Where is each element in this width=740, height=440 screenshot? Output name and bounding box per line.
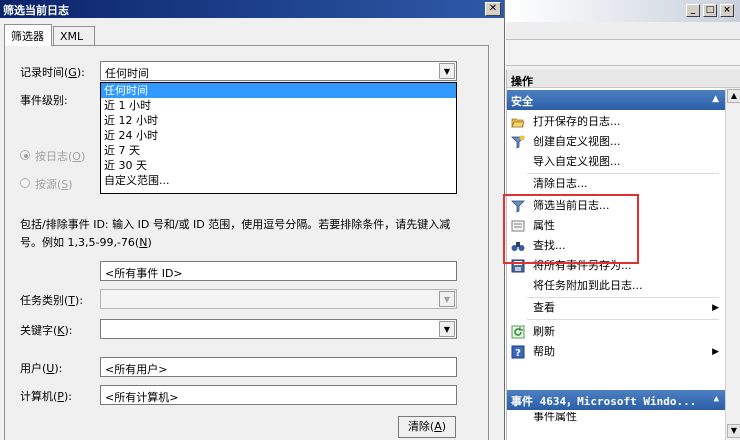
user-input[interactable]: <所有用户> (100, 357, 457, 377)
action-label: 刷新 (533, 325, 555, 338)
action-label: 创建自定义视图... (533, 135, 621, 148)
filter-create-icon (511, 135, 525, 149)
folder-open-icon (511, 118, 525, 128)
section-event-details[interactable]: 事件 4634，Microsoft Windo... ▲ (507, 390, 725, 410)
task-category-select[interactable]: ▼ (100, 289, 457, 309)
action-label: 打开保存的日志... (533, 115, 621, 128)
action-label: 帮助 (533, 345, 555, 358)
maximize-button[interactable]: □ (703, 4, 717, 17)
submenu-arrow-icon: ▶ (712, 303, 719, 313)
separator (527, 319, 719, 320)
event-level-label: 事件级别: (20, 94, 68, 107)
action-create-custom-view[interactable]: 创建自定义视图... (507, 132, 725, 152)
minimize-button[interactable]: _ (686, 4, 700, 17)
logged-select[interactable]: 任何时间 ▼ (100, 61, 457, 81)
keywords-select[interactable]: ▼ (100, 319, 457, 339)
submenu-arrow-icon: ▶ (712, 347, 719, 357)
dialog-titlebar[interactable]: 筛选当前日志 ✕ (0, 0, 504, 18)
action-attach-task[interactable]: 将任务附加到此日志... (507, 276, 725, 296)
time-option[interactable]: 近 1 小时 (101, 98, 456, 113)
by-source-label: 按源(S) (35, 178, 73, 191)
section-event-label: 事件 4634，Microsoft Windo... (511, 395, 697, 408)
action-label: 事件属性 (533, 412, 577, 423)
section-security[interactable]: 安全 ▲ (507, 90, 725, 110)
tab-filter[interactable]: 筛选器 (4, 24, 52, 46)
annotation-highlight-box (503, 194, 639, 264)
by-log-radio[interactable] (20, 150, 30, 160)
chevron-down-icon[interactable]: ▼ (439, 321, 455, 337)
clear-button[interactable]: 清除(A) (398, 416, 456, 438)
action-label: 清除日志... (533, 177, 588, 190)
action-clear-log[interactable]: 清除日志... (507, 174, 725, 194)
task-category-label: 任务类别(T): (20, 294, 84, 307)
svg-text:?: ? (515, 348, 521, 359)
by-log-label: 按日志(O) (35, 150, 86, 163)
dialog-title: 筛选当前日志 (3, 4, 69, 17)
toolbar (506, 40, 740, 66)
time-option[interactable]: 近 12 小时 (101, 113, 456, 128)
event-id-instructions-2: 号。例如 1,3,5-99,-76(N) (20, 236, 152, 249)
action-event-properties[interactable]: 事件属性 (507, 412, 725, 426)
action-label: 将任务附加到此日志... (533, 279, 643, 292)
by-source-radio[interactable] (20, 178, 30, 188)
help-icon: ? (511, 345, 525, 359)
actions-header: 操作 (507, 70, 740, 88)
logged-label: 记录时间(G): (20, 66, 85, 79)
chevron-down-icon[interactable]: ▼ (439, 291, 455, 307)
chevron-down-icon[interactable]: ▼ (439, 63, 455, 79)
time-option[interactable]: 近 30 天 (101, 158, 456, 173)
time-option[interactable]: 近 24 小时 (101, 128, 456, 143)
event-id-instructions: 包括/排除事件 ID: 输入 ID 号和/或 ID 范围，使用逗号分隔。若要排除… (20, 218, 451, 231)
user-label: 用户(U): (20, 362, 63, 375)
action-label: 查看 (533, 301, 555, 314)
dialog-close-button[interactable]: ✕ (485, 2, 501, 16)
time-option[interactable]: 近 7 天 (101, 143, 456, 158)
computer-input[interactable]: <所有计算机> (100, 385, 457, 405)
scroll-up-icon[interactable]: ▲ (727, 89, 740, 103)
action-open-saved-log[interactable]: 打开保存的日志... (507, 112, 725, 132)
computer-label: 计算机(P): (20, 390, 72, 403)
refresh-icon (511, 325, 525, 339)
tab-xml[interactable]: XML (53, 26, 95, 46)
event-id-input[interactable]: <所有事件 ID> (100, 261, 457, 281)
logged-select-value: 任何时间 (105, 67, 149, 80)
window-titlebar[interactable]: _ □ × (506, 0, 740, 22)
menu-bar (506, 22, 740, 40)
collapse-icon[interactable]: ▲ (714, 394, 719, 404)
time-option[interactable]: 任何时间 (101, 83, 456, 98)
time-option[interactable]: 自定义范围... (101, 173, 456, 188)
action-import-custom-view[interactable]: 导入自定义视图... (507, 152, 725, 172)
action-help[interactable]: ? 帮助 ▶ (507, 342, 725, 362)
action-view[interactable]: 查看 ▶ (507, 298, 725, 318)
actions-scrollbar[interactable]: ▲ ▼ (725, 88, 740, 440)
section-security-label: 安全 (511, 95, 533, 108)
scroll-down-icon[interactable]: ▼ (727, 424, 740, 438)
close-button[interactable]: × (720, 4, 734, 17)
filter-dialog: 筛选当前日志 ✕ 筛选器 XML 记录时间(G): 任何时间 ▼ 事件级别: 任… (0, 0, 505, 440)
logged-dropdown-list[interactable]: 任何时间 近 1 小时 近 12 小时 近 24 小时 近 7 天 近 30 天… (100, 82, 457, 194)
action-label: 导入自定义视图... (533, 155, 621, 168)
collapse-icon[interactable]: ▲ (712, 94, 719, 104)
keywords-label: 关键字(K): (20, 324, 73, 337)
action-refresh[interactable]: 刷新 (507, 322, 725, 342)
